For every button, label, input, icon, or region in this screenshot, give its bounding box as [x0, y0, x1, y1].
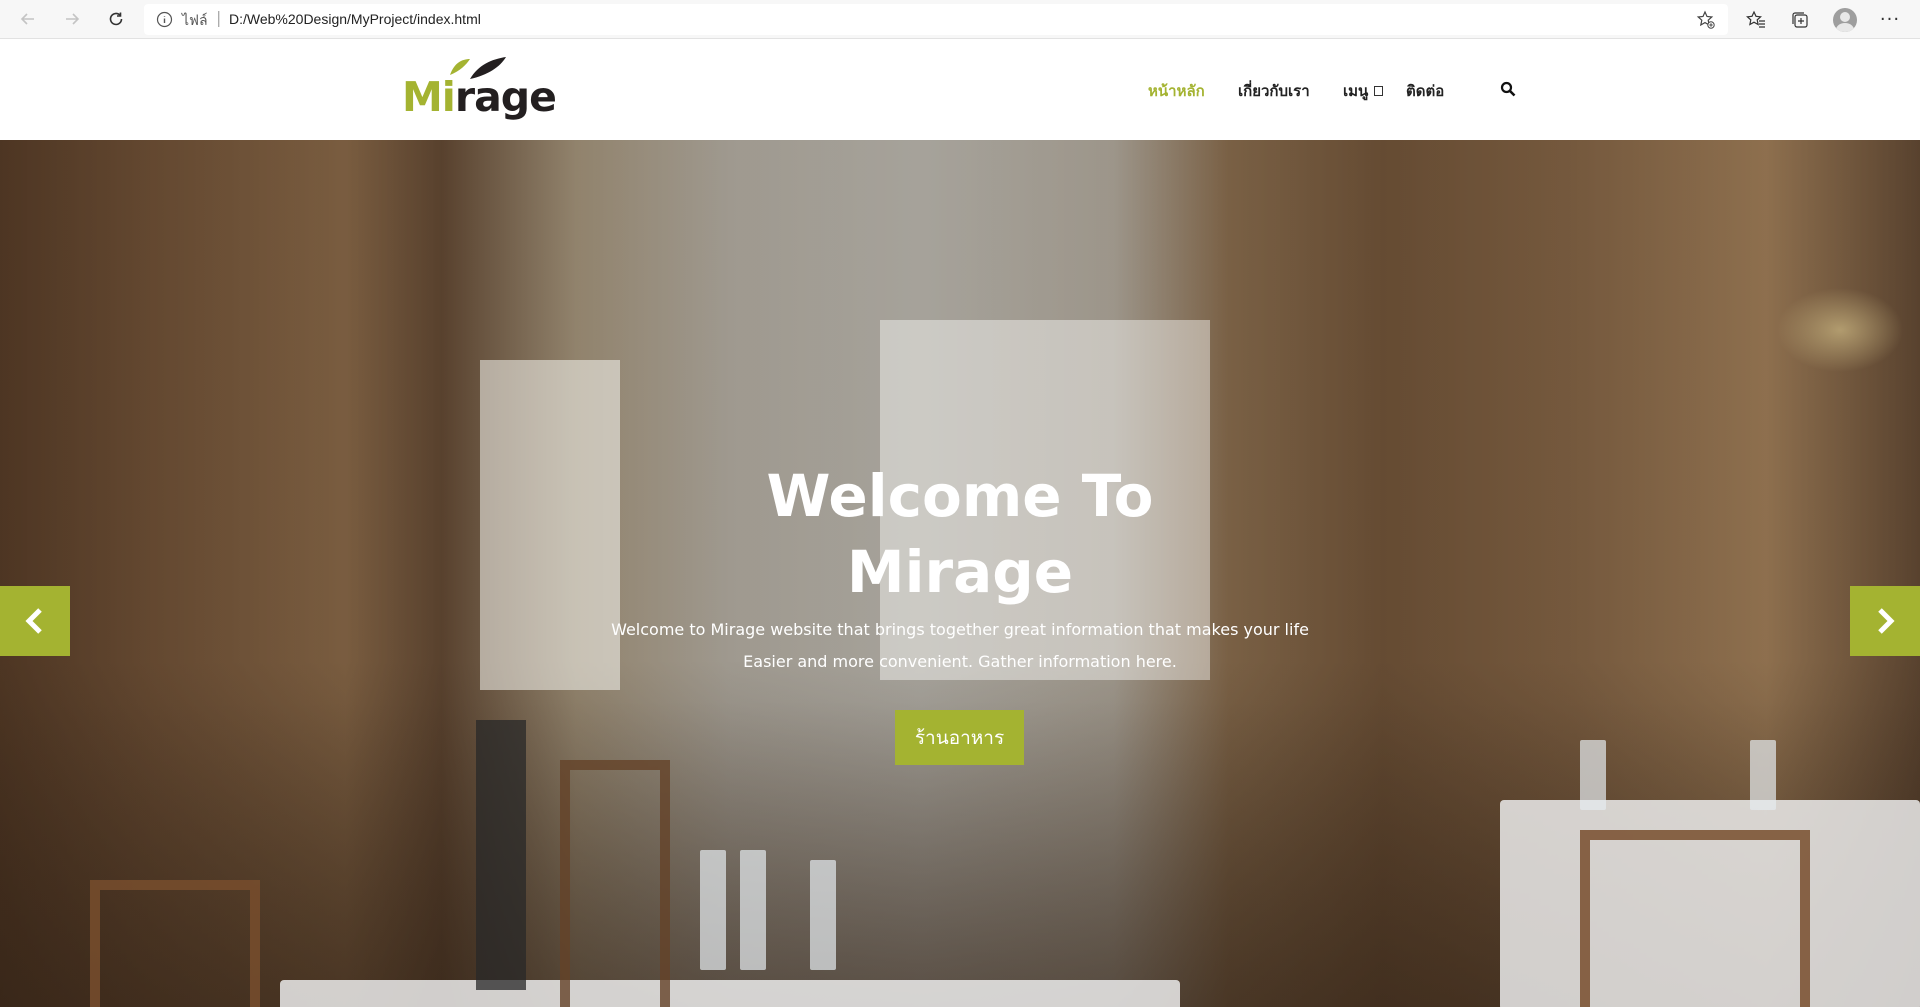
- background-chair: [90, 880, 260, 1007]
- address-bar[interactable]: ไฟล์ | D:/Web%20Design/MyProject/index.h…: [144, 4, 1728, 35]
- more-icon: ···: [1879, 9, 1901, 30]
- site-header: Mirage หน้าหลัก เกี่ยวกับเรา เมนู ติดต่อ: [0, 39, 1920, 140]
- background-chair: [1580, 830, 1810, 1007]
- profile-button[interactable]: [1831, 6, 1859, 34]
- logo-text-mi: Mi: [402, 73, 456, 121]
- arrow-right-icon: [66, 13, 80, 25]
- hero-title-line1: Welcome To: [766, 462, 1154, 530]
- background-glass: [810, 860, 836, 970]
- chevron-left-icon: [25, 608, 42, 634]
- restaurant-button[interactable]: ร้านอาหาร: [895, 710, 1024, 765]
- background-chair: [560, 760, 670, 1007]
- nav-home-label: หน้าหลัก: [1148, 82, 1205, 100]
- reload-button[interactable]: [102, 6, 130, 32]
- nav-menu-label: เมนู: [1343, 82, 1369, 100]
- nav-contact-label: ติดต่อ: [1406, 82, 1445, 100]
- logo-text-rage: rage: [454, 73, 557, 121]
- add-favorite-icon[interactable]: [1696, 10, 1716, 30]
- background-table: [280, 980, 1180, 1007]
- scheme-label: ไฟล์: [182, 13, 208, 29]
- search-icon[interactable]: [1500, 81, 1516, 97]
- arrow-left-icon: [20, 13, 34, 25]
- hero-banner: Welcome To Mirage Welcome to Mirage webs…: [0, 140, 1920, 1007]
- background-menu-stand: [476, 720, 526, 990]
- hero-subtitle-line1: Welcome to Mirage website that brings to…: [611, 620, 1309, 639]
- profile-avatar-icon: [1833, 8, 1857, 32]
- reload-icon: [109, 12, 123, 26]
- back-button[interactable]: [14, 6, 42, 32]
- settings-more-button[interactable]: ···: [1876, 6, 1904, 34]
- favorites-icon: [1746, 10, 1765, 28]
- url-text[interactable]: D:/Web%20Design/MyProject/index.html: [229, 11, 481, 27]
- site-logo[interactable]: Mirage: [402, 53, 557, 129]
- collections-button[interactable]: [1786, 6, 1814, 34]
- nav-about-label: เกี่ยวกับเรา: [1238, 82, 1310, 100]
- hero-subtitle-line2: Easier and more convenient. Gather infor…: [743, 652, 1177, 671]
- info-icon[interactable]: [156, 11, 173, 28]
- background-glass: [700, 850, 726, 970]
- nav-item-contact[interactable]: ติดต่อ: [1406, 79, 1444, 103]
- collections-icon: [1792, 12, 1808, 28]
- nav-item-about[interactable]: เกี่ยวกับเรา: [1238, 79, 1310, 103]
- browser-toolbar: ไฟล์ | D:/Web%20Design/MyProject/index.h…: [0, 0, 1920, 39]
- background-glass: [1750, 740, 1776, 810]
- dropdown-caret-icon: [1374, 86, 1384, 96]
- forward-button[interactable]: [58, 6, 86, 32]
- address-separator: |: [216, 8, 222, 27]
- hero-subtitle: Welcome to Mirage website that brings to…: [560, 614, 1360, 678]
- background-glass: [1580, 740, 1606, 810]
- hero-title-line2: Mirage: [846, 538, 1074, 606]
- chevron-right-icon: [1878, 608, 1895, 634]
- nav-item-menu[interactable]: เมนู: [1343, 79, 1384, 103]
- nav-item-home[interactable]: หน้าหลัก: [1148, 79, 1205, 103]
- background-glass: [740, 850, 766, 970]
- carousel-prev-button[interactable]: [0, 586, 70, 656]
- logo-wordmark: Mirage: [402, 77, 557, 118]
- carousel-next-button[interactable]: [1850, 586, 1920, 656]
- favorites-button[interactable]: [1742, 6, 1770, 34]
- hero-title: Welcome To Mirage: [0, 458, 1920, 610]
